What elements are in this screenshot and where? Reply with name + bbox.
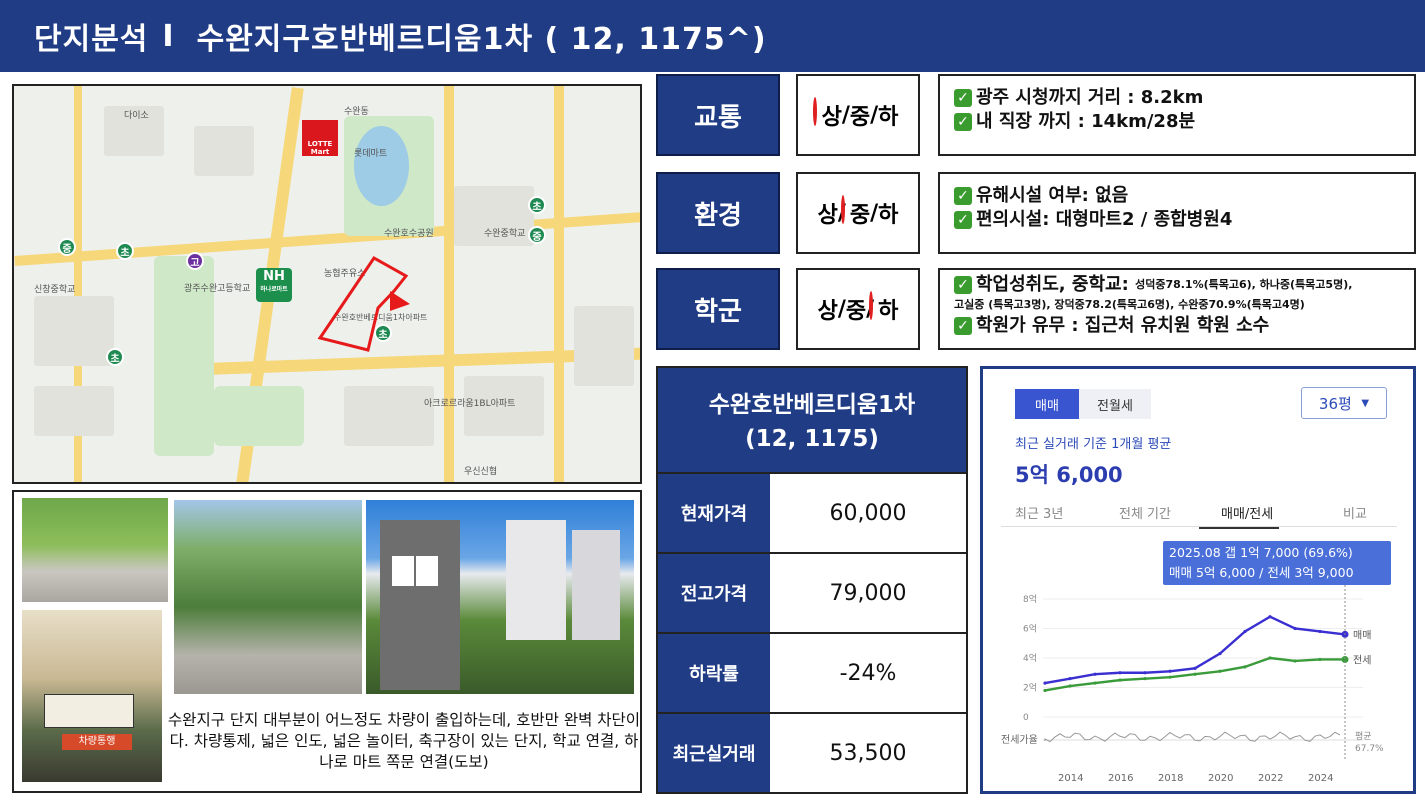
x-tick-label: 2016 [1108, 773, 1133, 784]
check-icon: ✓ [954, 211, 972, 229]
photo-walkway [22, 498, 168, 602]
grade-mid: 중 [840, 195, 870, 229]
photo-caption: 수완지구 단지 대부분이 어느정도 차량이 출입하는데, 호반만 완벽 차단이다… [167, 711, 641, 771]
photo-gate: 차량통행 [22, 610, 162, 782]
series-point [1193, 672, 1197, 676]
page-header: 단지분석 I 수완지구호반베르디움1차 ( 12, 1175^) [0, 0, 1425, 72]
gate-sign: 차량통행 [62, 734, 132, 750]
complex-boundary [317, 256, 410, 352]
series-point [1143, 677, 1147, 681]
series-label: 전세 [1353, 654, 1371, 666]
desc-environment: ✓ 유해시설 여부: 없음 ✓ 편의시설: 대형마트2 / 종합병원4 [938, 172, 1416, 254]
grade-traffic: 상 / 중 / 하 [796, 74, 920, 156]
series-point [1118, 678, 1122, 682]
photo-panel: 차량통행 수완지구 단지 대부분이 어느정도 차량이 출입하는데, 호반만 완벽… [12, 490, 642, 793]
price-row-drop: 하락률 -24% [658, 632, 966, 712]
series-label: 매매 [1353, 629, 1371, 641]
series-point [1243, 665, 1247, 669]
series-point [1193, 666, 1197, 670]
y-tick-label: 4억 [1023, 652, 1037, 664]
price-chart-panel: 매매 전월세 36평 ▼ 최근 실거래 기준 1개월 평균 5억 6,000 최… [980, 366, 1416, 794]
y-tick-label: 6억 [1023, 623, 1037, 635]
series-point [1068, 677, 1072, 681]
grade-mid: 중 [849, 105, 871, 130]
series-point [1068, 684, 1072, 688]
photo-playground [366, 500, 634, 694]
price-table-title: 수완호반베르디움1차 (12, 1175) [658, 368, 966, 472]
series-point [1093, 672, 1097, 676]
series-point [1293, 626, 1297, 631]
avg-label: 평균 [1355, 731, 1372, 742]
grade-high: 상 [817, 203, 838, 228]
category-school: 학군 [656, 268, 780, 350]
check-icon: ✓ [954, 89, 972, 107]
category-environment: 환경 [656, 172, 780, 254]
header-title: 수완지구호반베르디움1차 ( 12, 1175^) [196, 22, 767, 57]
series-point [1243, 629, 1247, 634]
grade-low: 하 [878, 105, 899, 130]
check-icon: ✓ [954, 113, 972, 131]
grade-low: 하 [869, 291, 898, 325]
series-point [1318, 657, 1322, 662]
series-point [1168, 669, 1172, 673]
series-point [1268, 656, 1272, 660]
series-point [1218, 669, 1222, 673]
series-point [1218, 651, 1222, 656]
avg-value: 67.7% [1355, 744, 1384, 754]
price-row-recent: 최근실거래 53,500 [658, 712, 966, 792]
grade-mid: 중 [845, 299, 867, 324]
series-point [1143, 671, 1147, 675]
x-tick-label: 2024 [1308, 773, 1333, 784]
series-point [1118, 671, 1122, 675]
category-traffic: 교통 [656, 74, 780, 156]
grade-low: 하 [878, 203, 899, 228]
y-tick-label: 0 [1023, 713, 1029, 723]
price-line-chart: 0 2억 4억 6억 8억 2014 2016 2018 2020 2022 2024 매매전세전세가… [1001, 585, 1384, 784]
x-tick-label: 2018 [1158, 773, 1183, 784]
price-row-peak: 전고가격 79,000 [658, 552, 966, 632]
desc-school: ✓ 학업성취도, 중학교: 성덕중78.1%(특목고6), 하나중(특목고5명),… [938, 268, 1416, 350]
x-tick-label: 2020 [1208, 773, 1233, 784]
series-point [1168, 675, 1172, 679]
grade-high: 상 [812, 97, 842, 131]
y-tick-label: 8억 [1023, 593, 1037, 605]
grade-high: 상 [817, 299, 838, 324]
series-point [1093, 681, 1097, 685]
series-point [1268, 615, 1272, 619]
series-point [1293, 659, 1297, 663]
series-point [1318, 629, 1322, 634]
header-divider: I [162, 18, 175, 54]
photo-path [174, 500, 362, 694]
price-table: 수완호반베르디움1차 (12, 1175) 현재가격 60,000 전고가격 79,… [656, 366, 968, 794]
ratio-label: 전세가율 [1001, 734, 1038, 746]
desc-traffic: ✓ 광주 시청까지 거리 : 8.2km ✓ 내 직장 까지 : 14km/28분 [938, 74, 1416, 156]
grade-environment: 상 / 중 / 하 [796, 172, 920, 254]
x-tick-label: 2014 [1058, 773, 1083, 784]
check-icon: ✓ [954, 317, 972, 335]
check-icon: ✓ [954, 276, 972, 294]
location-map[interactable]: 다이소 수완동 롯데마트 수완호수공원 수완호반베르디움1차아파트 수완중학교 … [12, 84, 642, 484]
x-tick-label: 2022 [1258, 773, 1283, 784]
check-icon: ✓ [954, 187, 972, 205]
grade-school: 상 / 중 / 하 [796, 268, 920, 350]
series-point [1043, 681, 1047, 685]
series-point [1043, 688, 1047, 693]
header-prefix: 단지분석 [34, 22, 149, 57]
price-row-current: 현재가격 60,000 [658, 472, 966, 552]
y-tick-label: 2억 [1023, 682, 1037, 694]
